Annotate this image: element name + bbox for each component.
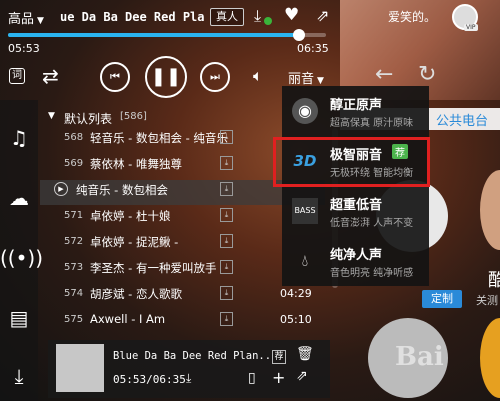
track-name: 李圣杰 - 有一种爱叫放手 <box>90 261 217 275</box>
right-caption: 关测 <box>476 294 498 307</box>
volume-icon[interactable]: 🔈︎ <box>253 66 263 86</box>
chevron-down-icon: ▼ <box>37 16 44 26</box>
previous-button[interactable]: ⏮ <box>100 62 130 92</box>
download-icon[interactable]: ⤓ <box>220 312 233 326</box>
option-title: 纯净人声 <box>330 248 383 263</box>
recommend-icon[interactable]: 荐 <box>272 350 286 364</box>
track-name: 轻音乐 - 数包相会 - 纯音乐 <box>90 131 228 145</box>
watermark-logo: Bai <box>395 342 444 372</box>
sound-effect-option[interactable]: BASS 超重低音低音澎湃 人声不变 <box>282 186 429 236</box>
sound-effect-label: 丽音 <box>288 72 315 87</box>
download-icon[interactable]: ⤓ <box>220 208 233 222</box>
artist-char: 酷 <box>488 270 500 291</box>
track-number: 571 <box>64 210 84 221</box>
track-name: 蔡依林 - 唯舞独尊 <box>90 157 182 171</box>
track-name: 卓依婷 - 捉泥鳅 - <box>90 235 179 249</box>
download-icon[interactable]: ⤓ <box>254 6 261 26</box>
track-name: Axwell - I Am <box>90 312 166 326</box>
track-number: 568 <box>64 132 84 143</box>
tab-public-radio[interactable]: 公共电台 <box>436 110 488 129</box>
shuffle-icon[interactable]: ⇄ <box>42 64 59 88</box>
mini-player-time: 05:53/06:35 <box>113 373 186 386</box>
progress-knob[interactable] <box>292 29 305 41</box>
sound-effect-option[interactable]: ◉ 醇正原声超高保真 原汁原味 <box>282 86 429 136</box>
lyrics-button[interactable]: 词 <box>9 68 25 84</box>
option-subtitle: 低音澎湃 人声不变 <box>330 218 414 229</box>
album-art-placeholder[interactable] <box>56 344 104 392</box>
pause-icon: ❚❚ <box>150 66 182 87</box>
customize-button[interactable]: 定制 <box>422 290 462 308</box>
track-number: 573 <box>64 262 84 273</box>
elapsed-time: 05:53 <box>8 42 40 55</box>
back-arrow-icon[interactable]: ← <box>375 62 393 87</box>
track-number: 574 <box>64 288 84 299</box>
music-note-icon[interactable]: ♫ <box>0 126 38 150</box>
download-icon[interactable]: ⤓ <box>220 234 233 248</box>
radio-antenna-icon[interactable]: ((•)) <box>0 246 43 270</box>
download-icon[interactable]: ⤓ <box>220 286 233 300</box>
collapse-triangle-icon: ▼ <box>48 111 55 121</box>
play-icon[interactable]: ▶ <box>54 182 68 196</box>
highlight-box <box>273 137 430 187</box>
cloud-icon[interactable]: ☁ <box>0 186 38 210</box>
mini-player-title: Blue Da Ba Dee Red Plan... <box>113 350 271 362</box>
track-name: 卓依婷 - 杜十娘 <box>90 209 171 223</box>
water-drop-icon: 💧︎ <box>301 251 309 270</box>
previous-icon: ⏮ <box>110 70 120 83</box>
phone-icon[interactable]: ▯ <box>248 370 256 386</box>
list-item[interactable]: 574 胡彦斌 - 恋人歌歌 ⤓ 04:29 <box>40 284 325 309</box>
document-icon[interactable]: ▤ <box>0 306 38 330</box>
real-voice-badge[interactable]: 真人 <box>210 8 244 26</box>
download-icon[interactable]: ⤓ <box>220 130 233 144</box>
quality-label: 高品 <box>8 12 35 27</box>
refresh-icon[interactable]: ↻ <box>418 62 436 87</box>
vip-badge: VIP <box>464 24 478 31</box>
sound-effect-option[interactable]: 💧︎ 纯净人声音色明亮 纯净听感 <box>282 236 429 286</box>
option-title: 超重低音 <box>330 198 383 213</box>
download-icon[interactable]: ⤓ <box>220 156 233 170</box>
download-tray-icon[interactable]: ⤓ <box>0 364 38 388</box>
list-item[interactable]: 575 Axwell - I Am ⤓ 05:10 <box>40 310 325 335</box>
trash-icon[interactable]: 🗑︎ <box>296 346 314 362</box>
progress-fill <box>8 33 299 37</box>
playlist-title: 默认列表 <box>64 112 113 126</box>
now-playing-title: ue Da Ba Dee Red Planet F <box>60 10 205 24</box>
heart-icon[interactable]: ♥ <box>284 5 299 25</box>
next-icon: ⏭ <box>210 70 220 83</box>
option-subtitle: 超高保真 原汁原味 <box>330 118 414 129</box>
share-icon[interactable]: ⇗ <box>316 6 329 25</box>
track-duration: 04:29 <box>280 287 312 300</box>
add-icon[interactable]: + <box>272 368 285 387</box>
track-number: 569 <box>64 158 84 169</box>
track-number: 575 <box>64 314 84 325</box>
track-name: 胡彦斌 - 恋人歌歌 <box>90 287 182 301</box>
bass-icon: BASS <box>292 198 318 224</box>
download-icon[interactable]: ⤓ <box>186 371 191 386</box>
share-icon[interactable]: ⇗ <box>296 368 308 384</box>
username[interactable]: 爱笑的。 <box>388 8 436 25</box>
chevron-down-icon: ▼ <box>317 76 324 86</box>
pause-button[interactable]: ❚❚ <box>145 56 187 98</box>
option-subtitle: 音色明亮 纯净听感 <box>330 268 414 279</box>
downloaded-check-icon <box>264 17 272 25</box>
total-time: 06:35 <box>297 42 329 55</box>
download-icon[interactable]: ⤓ <box>220 260 233 274</box>
track-name: 纯音乐 - 数包相会 <box>76 183 168 197</box>
option-title: 醇正原声 <box>330 98 383 113</box>
track-number: 572 <box>64 236 84 247</box>
disc-icon: ◉ <box>292 98 318 124</box>
quality-selector[interactable]: 高品 ▼ <box>8 8 44 27</box>
download-icon[interactable]: ⤓ <box>220 182 233 196</box>
track-duration: 05:10 <box>280 313 312 326</box>
playlist-count: [586] <box>120 111 147 122</box>
sound-effect-selector[interactable]: 丽音 ▼ <box>288 68 324 87</box>
next-button[interactable]: ⏭ <box>200 62 230 92</box>
